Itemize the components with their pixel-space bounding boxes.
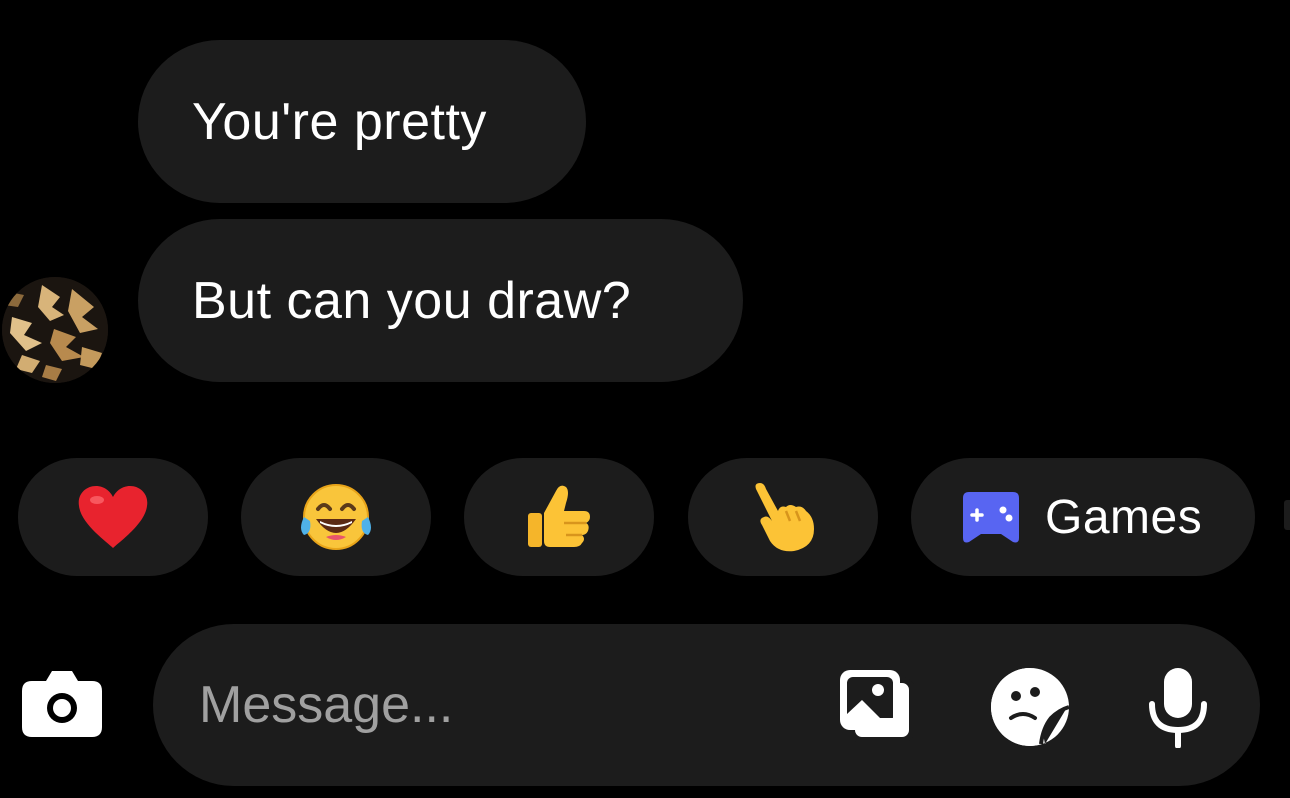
games-button[interactable]: Games	[911, 458, 1255, 576]
heart-emoji-icon	[78, 486, 148, 548]
gallery-button[interactable]	[833, 662, 923, 752]
reaction-pointing-hand-button[interactable]	[688, 458, 878, 576]
message-bubble[interactable]: You're pretty	[138, 40, 586, 203]
thumbs-up-emoji-icon	[528, 485, 590, 547]
avatar[interactable]	[2, 277, 108, 383]
message-input[interactable]	[199, 670, 819, 740]
camera-button[interactable]	[20, 667, 104, 739]
microphone-icon	[1149, 668, 1207, 748]
pointing-hand-emoji-icon	[755, 483, 814, 552]
message-text: But can you draw?	[192, 271, 632, 330]
game-controller-icon	[963, 492, 1019, 543]
camera-icon	[22, 671, 102, 737]
sticker-icon	[991, 668, 1070, 746]
message-text: You're pretty	[192, 92, 487, 151]
games-label: Games	[1045, 490, 1203, 544]
reaction-thumbs-up-button[interactable]	[464, 458, 654, 576]
gallery-icon	[840, 670, 915, 743]
tears-of-joy-emoji-icon	[301, 484, 371, 550]
sticker-button[interactable]	[985, 662, 1075, 752]
reaction-heart-button[interactable]	[18, 458, 208, 576]
next-chip-edge[interactable]	[1284, 500, 1290, 530]
voice-message-button[interactable]	[1133, 662, 1223, 752]
message-composer	[153, 624, 1260, 786]
message-bubble[interactable]: But can you draw?	[138, 219, 743, 382]
reaction-laugh-button[interactable]	[241, 458, 431, 576]
